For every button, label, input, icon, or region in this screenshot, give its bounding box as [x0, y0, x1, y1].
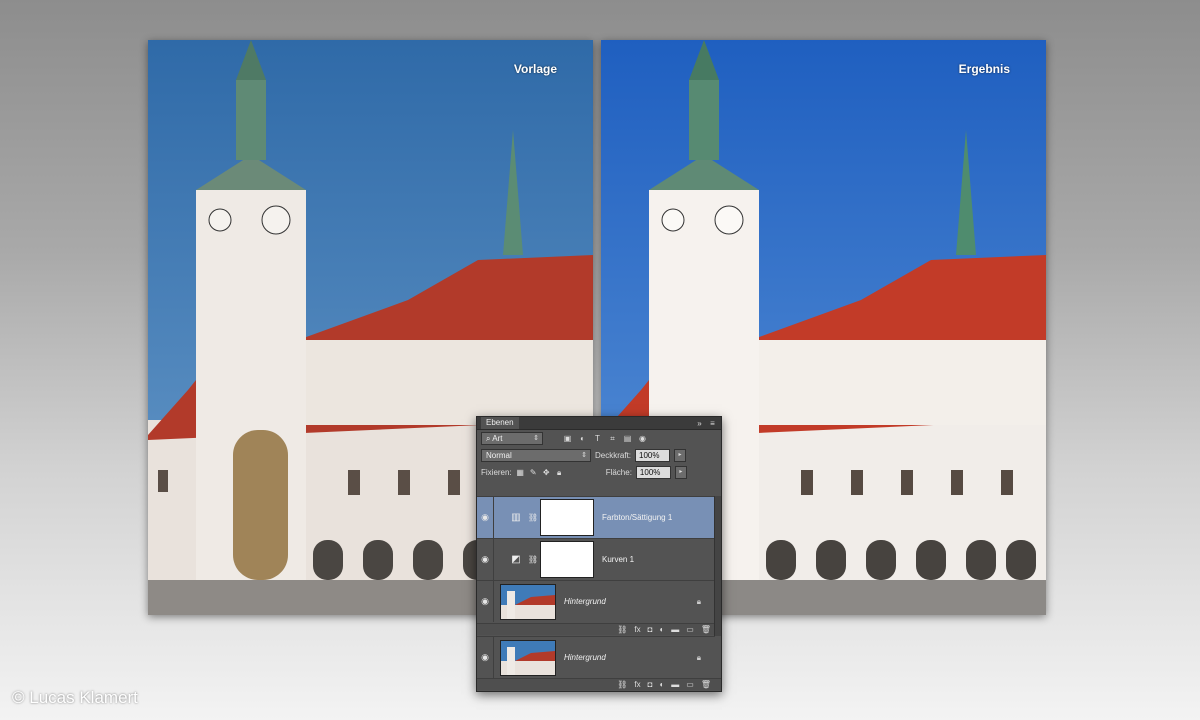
divider [493, 581, 494, 622]
layer-curves[interactable]: ◉ ◩ ⛓ Kurven 1 [477, 538, 715, 580]
panel-menu-icon[interactable]: ≡ [708, 419, 717, 428]
lock-position-icon[interactable]: ✥ [542, 468, 551, 477]
layer-background[interactable]: ◉ Hintergrund 🔒︎ [477, 580, 715, 622]
new-layer-icon[interactable]: ▭ [686, 625, 694, 634]
panel-footer: ⛓ fx ◘ ◐ ▬ ▭ 🗑︎ [477, 678, 721, 690]
panel-titlebar: Ebenen » ≡ [477, 417, 721, 430]
visibility-eye-icon[interactable]: ◉ [477, 652, 493, 663]
fill-input[interactable]: 100% [635, 466, 671, 479]
lock-image-icon[interactable]: ✎ [529, 468, 538, 477]
filter-row: ⌕ Art ▣ ◐ T ⌗ ▤ ◉ [477, 430, 721, 447]
filter-kind-select[interactable]: ⌕ Art [481, 432, 543, 445]
copyright-credit: © Lucas Klamert [12, 688, 138, 707]
layer-background-duplicate[interactable]: ◉ Hintergrund 🔒︎ [477, 636, 715, 678]
link-chain-icon[interactable]: ⛓ [526, 513, 540, 522]
search-icon: ⌕ [486, 434, 491, 443]
curves-adjustment-icon: ◩ [511, 554, 521, 565]
filter-pixel-icon[interactable]: ▣ [563, 434, 572, 443]
layer-lock-icon: 🔒︎ [696, 652, 701, 662]
new-group-icon[interactable]: ▬ [671, 625, 679, 634]
filter-type-icon[interactable]: T [593, 434, 602, 443]
layer-image-thumbnail [500, 639, 556, 676]
lock-row: Fixieren: ▦ ✎ ✥ 🔒︎ Fläche: 100% ▸ [477, 464, 721, 481]
layer-name: Hintergrund [564, 653, 606, 662]
layer-lock-icon: 🔒︎ [696, 596, 701, 606]
visibility-eye-icon[interactable]: ◉ [477, 512, 493, 523]
blend-row: Normal Deckkraft: 100% ▸ [477, 447, 721, 464]
filter-kind-value: Art [492, 434, 503, 443]
panel-footer-upper: ⛓ fx ◘ ◐ ▬ ▭ 🗑︎ [477, 623, 721, 635]
add-mask-icon[interactable]: ◘ [648, 680, 653, 689]
layers-panel: Ebenen » ≡ ⌕ Art ▣ ◐ T ⌗ ▤ ◉ Normal Deck… [476, 416, 722, 692]
fill-label: Fläche: [605, 468, 632, 477]
visibility-eye-icon[interactable]: ◉ [477, 554, 493, 565]
layer-image-thumbnail [500, 583, 556, 620]
after-label: Ergebnis [958, 62, 1010, 76]
tab-layers[interactable]: Ebenen [481, 417, 519, 429]
layer-name: Farbton/Sättigung 1 [602, 513, 673, 522]
delete-layer-icon[interactable]: 🗑︎ [701, 625, 711, 634]
layer-hue-saturation[interactable]: ◉ ▥ ⛓ Farbton/Sättigung 1 [477, 496, 715, 538]
filter-smart-object-icon[interactable]: ▤ [623, 434, 632, 443]
layer-mask-thumbnail[interactable] [540, 541, 594, 578]
link-chain-icon[interactable]: ⛓ [526, 555, 540, 564]
layer-name: Hintergrund [564, 597, 606, 606]
collapse-icon[interactable]: » [695, 419, 704, 428]
layer-mask-thumbnail[interactable] [540, 499, 594, 536]
layer-style-icon[interactable]: fx [634, 680, 640, 689]
divider [493, 539, 494, 580]
delete-layer-icon[interactable]: 🗑︎ [701, 680, 711, 689]
opacity-slider-button[interactable]: ▸ [674, 449, 687, 462]
opacity-label: Deckkraft: [595, 451, 632, 460]
filter-shape-icon[interactable]: ⌗ [608, 434, 617, 443]
before-label: Vorlage [513, 62, 557, 76]
layer-name: Kurven 1 [602, 555, 635, 564]
visibility-eye-icon[interactable]: ◉ [477, 596, 493, 607]
opacity-input[interactable]: 100% [635, 449, 671, 462]
new-adjustment-icon[interactable]: ◐ [659, 625, 664, 634]
lock-label: Fixieren: [481, 468, 512, 477]
filter-toggle-icon[interactable]: ◉ [638, 434, 647, 443]
fill-slider-button[interactable]: ▸ [674, 466, 687, 479]
new-adjustment-icon[interactable]: ◐ [659, 680, 664, 689]
blend-mode-select[interactable]: Normal [481, 449, 591, 462]
filter-adjustment-icon[interactable]: ◐ [578, 434, 587, 443]
new-group-icon[interactable]: ▬ [671, 680, 679, 689]
lock-all-icon[interactable]: 🔒︎ [555, 468, 564, 477]
new-layer-icon[interactable]: ▭ [686, 680, 694, 689]
divider [493, 637, 494, 678]
add-mask-icon[interactable]: ◘ [648, 625, 653, 634]
hue-saturation-adjustment-icon: ▥ [511, 512, 521, 523]
panel-scrollbar[interactable] [714, 496, 721, 636]
lock-transparent-icon[interactable]: ▦ [516, 468, 525, 477]
divider [493, 497, 494, 538]
layer-style-icon[interactable]: fx [634, 625, 640, 634]
link-layers-icon[interactable]: ⛓ [617, 680, 627, 689]
link-layers-icon[interactable]: ⛓ [617, 625, 627, 634]
